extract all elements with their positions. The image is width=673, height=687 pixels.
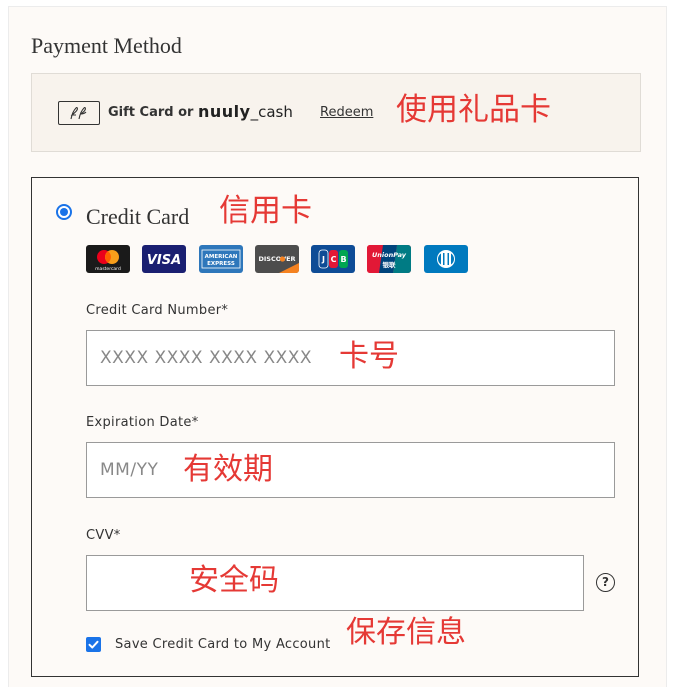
annotation-credit-card: 信用卡 [219, 193, 312, 229]
annotation-expiration-date: 有效期 [183, 452, 273, 487]
cvv-label: CVV* [86, 528, 121, 543]
nuuly-brand-suffix: _cash [250, 103, 293, 121]
discover-logo: DISCOVER [255, 245, 299, 273]
save-card-checkbox[interactable] [86, 637, 101, 652]
american-express-logo: AMERICAN EXPRESS [199, 245, 243, 273]
annotation-save-card: 保存信息 [346, 615, 466, 650]
page-title: Payment Method [31, 33, 182, 58]
credit-card-label[interactable]: Credit Card [86, 204, 189, 230]
visa-logo: VISA [142, 245, 186, 273]
nuuly-brand: nuuly [198, 102, 251, 121]
unionpay-logo: UnionPay 银联 [367, 245, 411, 273]
annotation-card-number: 卡号 [339, 339, 399, 374]
svg-text:B: B [340, 255, 346, 264]
svg-text:J: J [321, 255, 325, 264]
svg-text:UnionPay: UnionPay [372, 251, 407, 259]
gift-card-text: Gift Card or [108, 105, 194, 120]
diners-club-logo [424, 245, 468, 273]
save-card-label[interactable]: Save Credit Card to My Account [115, 637, 331, 653]
annotation-gift-card: 使用礼品卡 [396, 92, 551, 128]
redeem-link[interactable]: Redeem [320, 105, 373, 121]
credit-card-radio[interactable] [56, 204, 72, 220]
expiration-date-label: Expiration Date* [86, 415, 199, 430]
svg-text:EXPRESS: EXPRESS [207, 261, 235, 267]
svg-text:银联: 银联 [383, 260, 397, 269]
gift-card-icon [58, 101, 100, 125]
svg-text:C: C [331, 255, 337, 264]
card-number-label: Credit Card Number* [86, 303, 229, 318]
discover-logo-label: DISCOVER [258, 255, 295, 263]
mastercard-logo-label: mastercard [95, 266, 121, 272]
cvv-input[interactable] [86, 555, 584, 611]
annotation-cvv: 安全码 [189, 563, 279, 598]
mastercard-logo: mastercard [86, 245, 130, 273]
checkmark-icon [88, 640, 99, 649]
svg-text:AMERICAN: AMERICAN [205, 254, 238, 260]
expiration-date-input[interactable] [86, 442, 615, 498]
visa-logo-label: VISA [147, 253, 181, 268]
nuuly-cash-logo: nuuly_cash [198, 102, 293, 122]
cvv-help-icon[interactable]: ? [596, 573, 615, 592]
jcb-logo: J C B [311, 245, 355, 273]
